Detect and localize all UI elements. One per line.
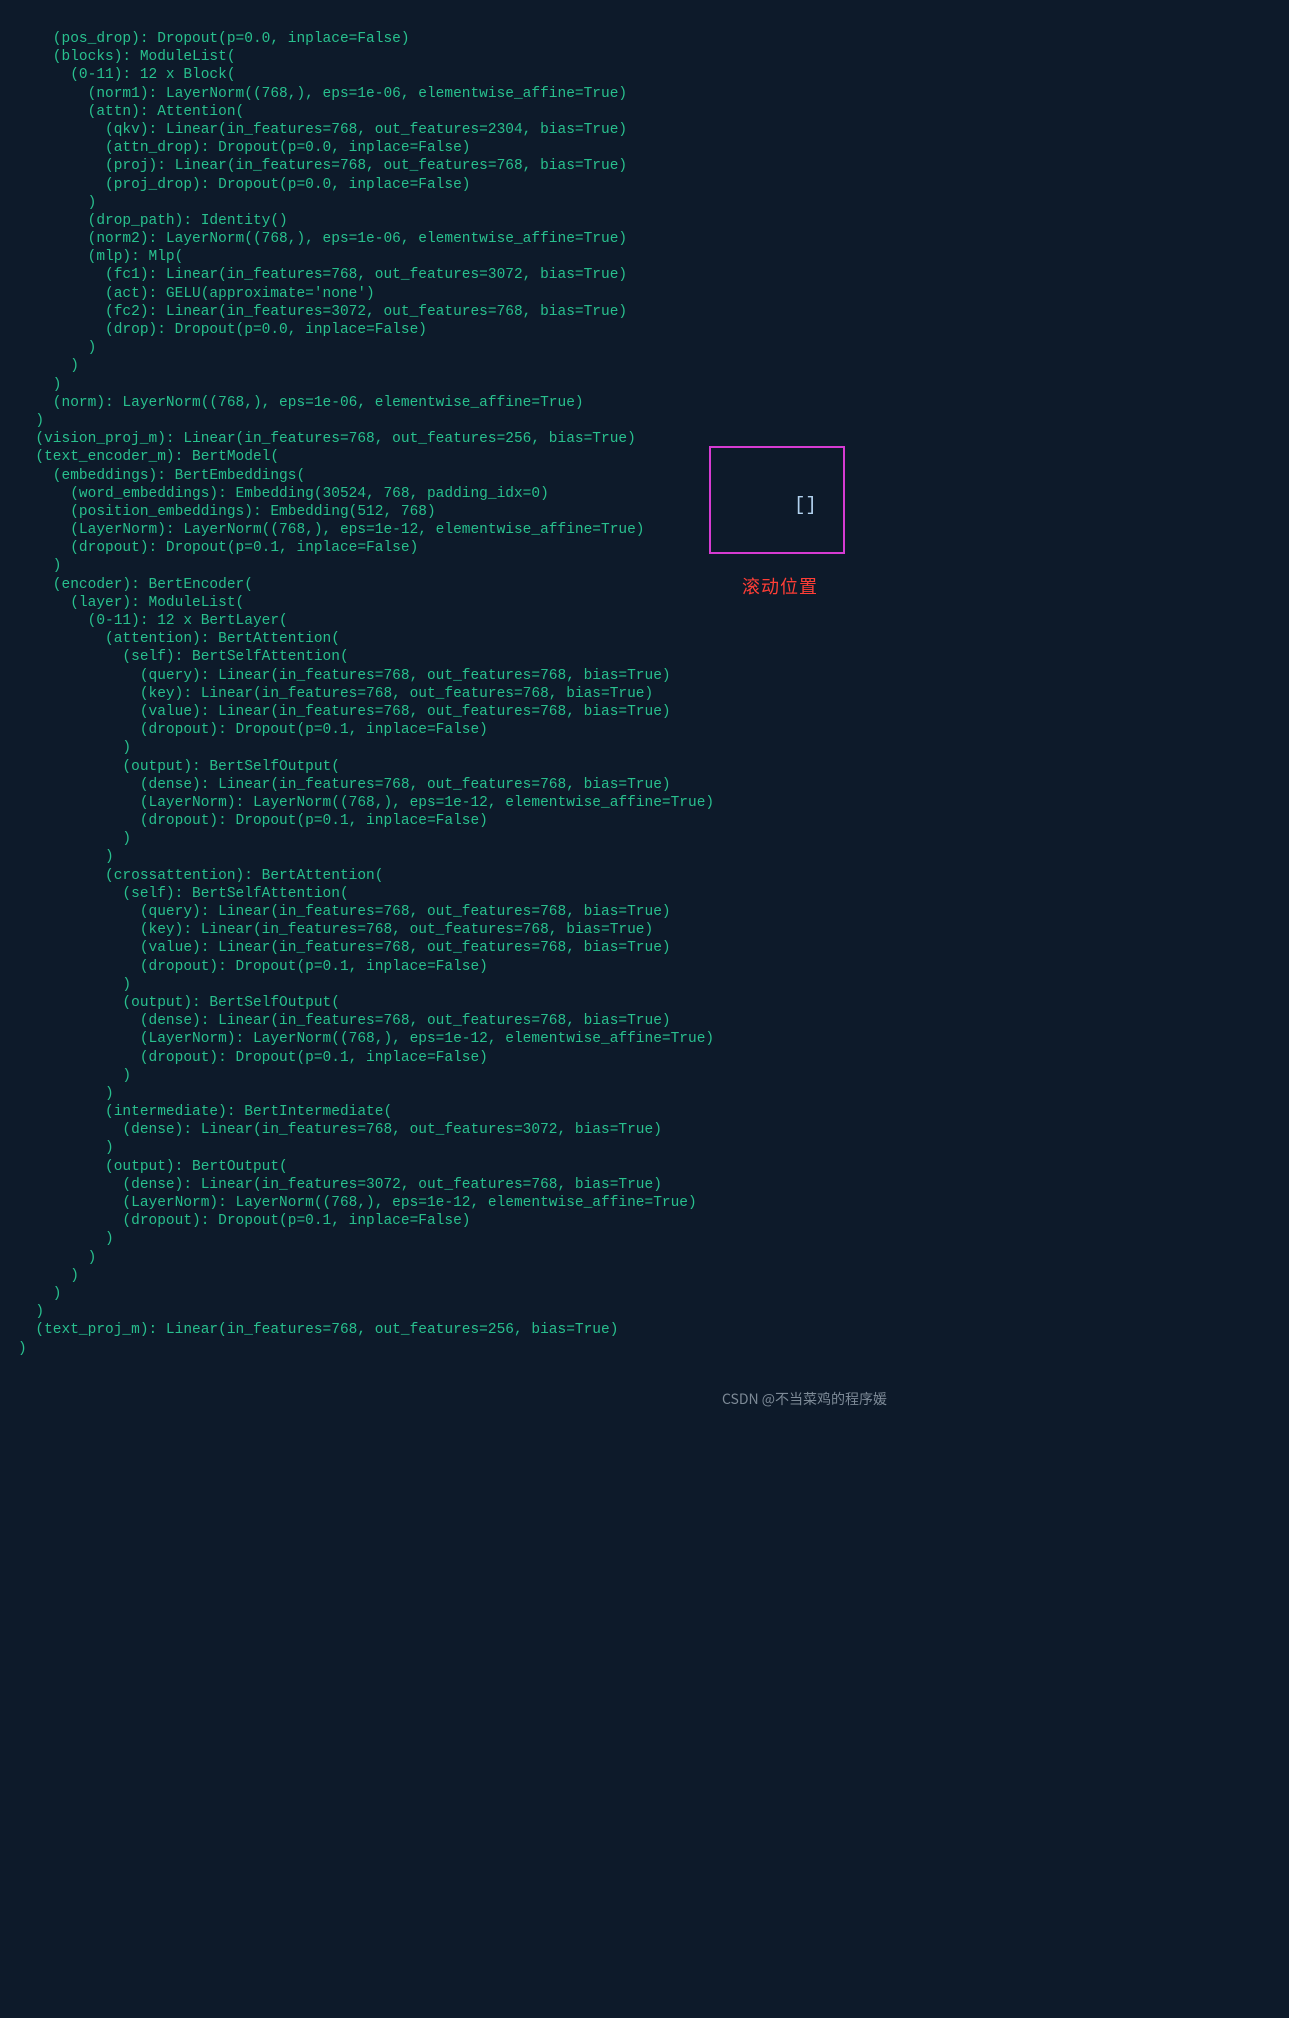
code-line: (dropout): Dropout(p=0.1, inplace=False) <box>18 539 700 557</box>
code-line: (0-11): 12 x Block( <box>18 66 700 84</box>
code-line: (vision_proj_m): Linear(in_features=768,… <box>18 430 700 448</box>
code-line: (self): BertSelfAttention( <box>18 885 700 903</box>
code-line: (pos_drop): Dropout(p=0.0, inplace=False… <box>18 30 700 48</box>
code-line: (dense): Linear(in_features=768, out_fea… <box>18 776 700 794</box>
code-line: (norm1): LayerNorm((768,), eps=1e-06, el… <box>18 85 700 103</box>
code-line: ) <box>18 1303 700 1321</box>
code-line: (key): Linear(in_features=768, out_featu… <box>18 685 700 703</box>
code-line: (LayerNorm): LayerNorm((768,), eps=1e-12… <box>18 794 700 812</box>
code-line: ) <box>18 976 700 994</box>
code-line: ) <box>18 194 700 212</box>
scroll-position-label: 滚动位置 <box>742 577 818 595</box>
code-line: (encoder): BertEncoder( <box>18 576 700 594</box>
code-line: (blocks): ModuleList( <box>18 48 700 66</box>
code-line: ) <box>18 1267 700 1285</box>
code-line: (drop_path): Identity() <box>18 212 700 230</box>
code-line: (dense): Linear(in_features=768, out_fea… <box>18 1121 700 1139</box>
code-output: (pos_drop): Dropout(p=0.0, inplace=False… <box>0 30 700 1358</box>
code-line: (attn_drop): Dropout(p=0.0, inplace=Fals… <box>18 139 700 157</box>
code-line: (output): BertSelfOutput( <box>18 994 700 1012</box>
code-line: (0-11): 12 x BertLayer( <box>18 612 700 630</box>
code-line: ) <box>18 1085 700 1103</box>
code-line: ) <box>18 739 700 757</box>
code-line: (value): Linear(in_features=768, out_fea… <box>18 939 700 957</box>
code-line: (embeddings): BertEmbeddings( <box>18 467 700 485</box>
code-line: ) <box>18 1139 700 1157</box>
code-line: (fc1): Linear(in_features=768, out_featu… <box>18 266 700 284</box>
code-line: (dropout): Dropout(p=0.1, inplace=False) <box>18 721 700 739</box>
code-line: (attn): Attention( <box>18 103 700 121</box>
code-line: (norm2): LayerNorm((768,), eps=1e-06, el… <box>18 230 700 248</box>
highlight-box <box>709 446 845 554</box>
code-line: (proj_drop): Dropout(p=0.0, inplace=Fals… <box>18 176 700 194</box>
code-line: (LayerNorm): LayerNorm((768,), eps=1e-12… <box>18 1194 700 1212</box>
code-line: ) <box>18 376 700 394</box>
code-line: (self): BertSelfAttention( <box>18 648 700 666</box>
code-line: (word_embeddings): Embedding(30524, 768,… <box>18 485 700 503</box>
code-line: (act): GELU(approximate='none') <box>18 285 700 303</box>
code-line: (dropout): Dropout(p=0.1, inplace=False) <box>18 958 700 976</box>
code-line: (value): Linear(in_features=768, out_fea… <box>18 703 700 721</box>
code-line: (crossattention): BertAttention( <box>18 867 700 885</box>
code-line: ) <box>18 1067 700 1085</box>
code-line: (dense): Linear(in_features=768, out_fea… <box>18 1012 700 1030</box>
code-line: ) <box>18 339 700 357</box>
code-line: (norm): LayerNorm((768,), eps=1e-06, ele… <box>18 394 700 412</box>
code-line: (dense): Linear(in_features=3072, out_fe… <box>18 1176 700 1194</box>
code-line: (query): Linear(in_features=768, out_fea… <box>18 667 700 685</box>
code-line: (text_encoder_m): BertModel( <box>18 448 700 466</box>
code-line: (output): BertSelfOutput( <box>18 758 700 776</box>
code-line: ) <box>18 557 700 575</box>
code-line: (attention): BertAttention( <box>18 630 700 648</box>
watermark: CSDN @不当菜鸡的程序媛 <box>722 1390 887 1408</box>
code-line: (qkv): Linear(in_features=768, out_featu… <box>18 121 700 139</box>
code-line: ) <box>18 1340 700 1358</box>
code-line: ) <box>18 1230 700 1248</box>
code-line: (query): Linear(in_features=768, out_fea… <box>18 903 700 921</box>
code-line: ) <box>18 848 700 866</box>
code-line: (output): BertOutput( <box>18 1158 700 1176</box>
code-line: (dropout): Dropout(p=0.1, inplace=False) <box>18 812 700 830</box>
code-line: (text_proj_m): Linear(in_features=768, o… <box>18 1321 700 1339</box>
code-line: (LayerNorm): LayerNorm((768,), eps=1e-12… <box>18 521 700 539</box>
code-line: (layer): ModuleList( <box>18 594 700 612</box>
code-line: ) <box>18 357 700 375</box>
code-line: (drop): Dropout(p=0.0, inplace=False) <box>18 321 700 339</box>
code-line: (position_embeddings): Embedding(512, 76… <box>18 503 700 521</box>
code-line: (fc2): Linear(in_features=3072, out_feat… <box>18 303 700 321</box>
code-line: ) <box>18 412 700 430</box>
code-line: (key): Linear(in_features=768, out_featu… <box>18 921 700 939</box>
code-line: ) <box>18 830 700 848</box>
code-line: (proj): Linear(in_features=768, out_feat… <box>18 157 700 175</box>
code-line: (intermediate): BertIntermediate( <box>18 1103 700 1121</box>
code-line: (dropout): Dropout(p=0.1, inplace=False) <box>18 1212 700 1230</box>
code-line: (LayerNorm): LayerNorm((768,), eps=1e-12… <box>18 1030 700 1048</box>
code-line: (mlp): Mlp( <box>18 248 700 266</box>
code-line: ) <box>18 1285 700 1303</box>
code-line: (dropout): Dropout(p=0.1, inplace=False) <box>18 1049 700 1067</box>
code-line: ) <box>18 1249 700 1267</box>
